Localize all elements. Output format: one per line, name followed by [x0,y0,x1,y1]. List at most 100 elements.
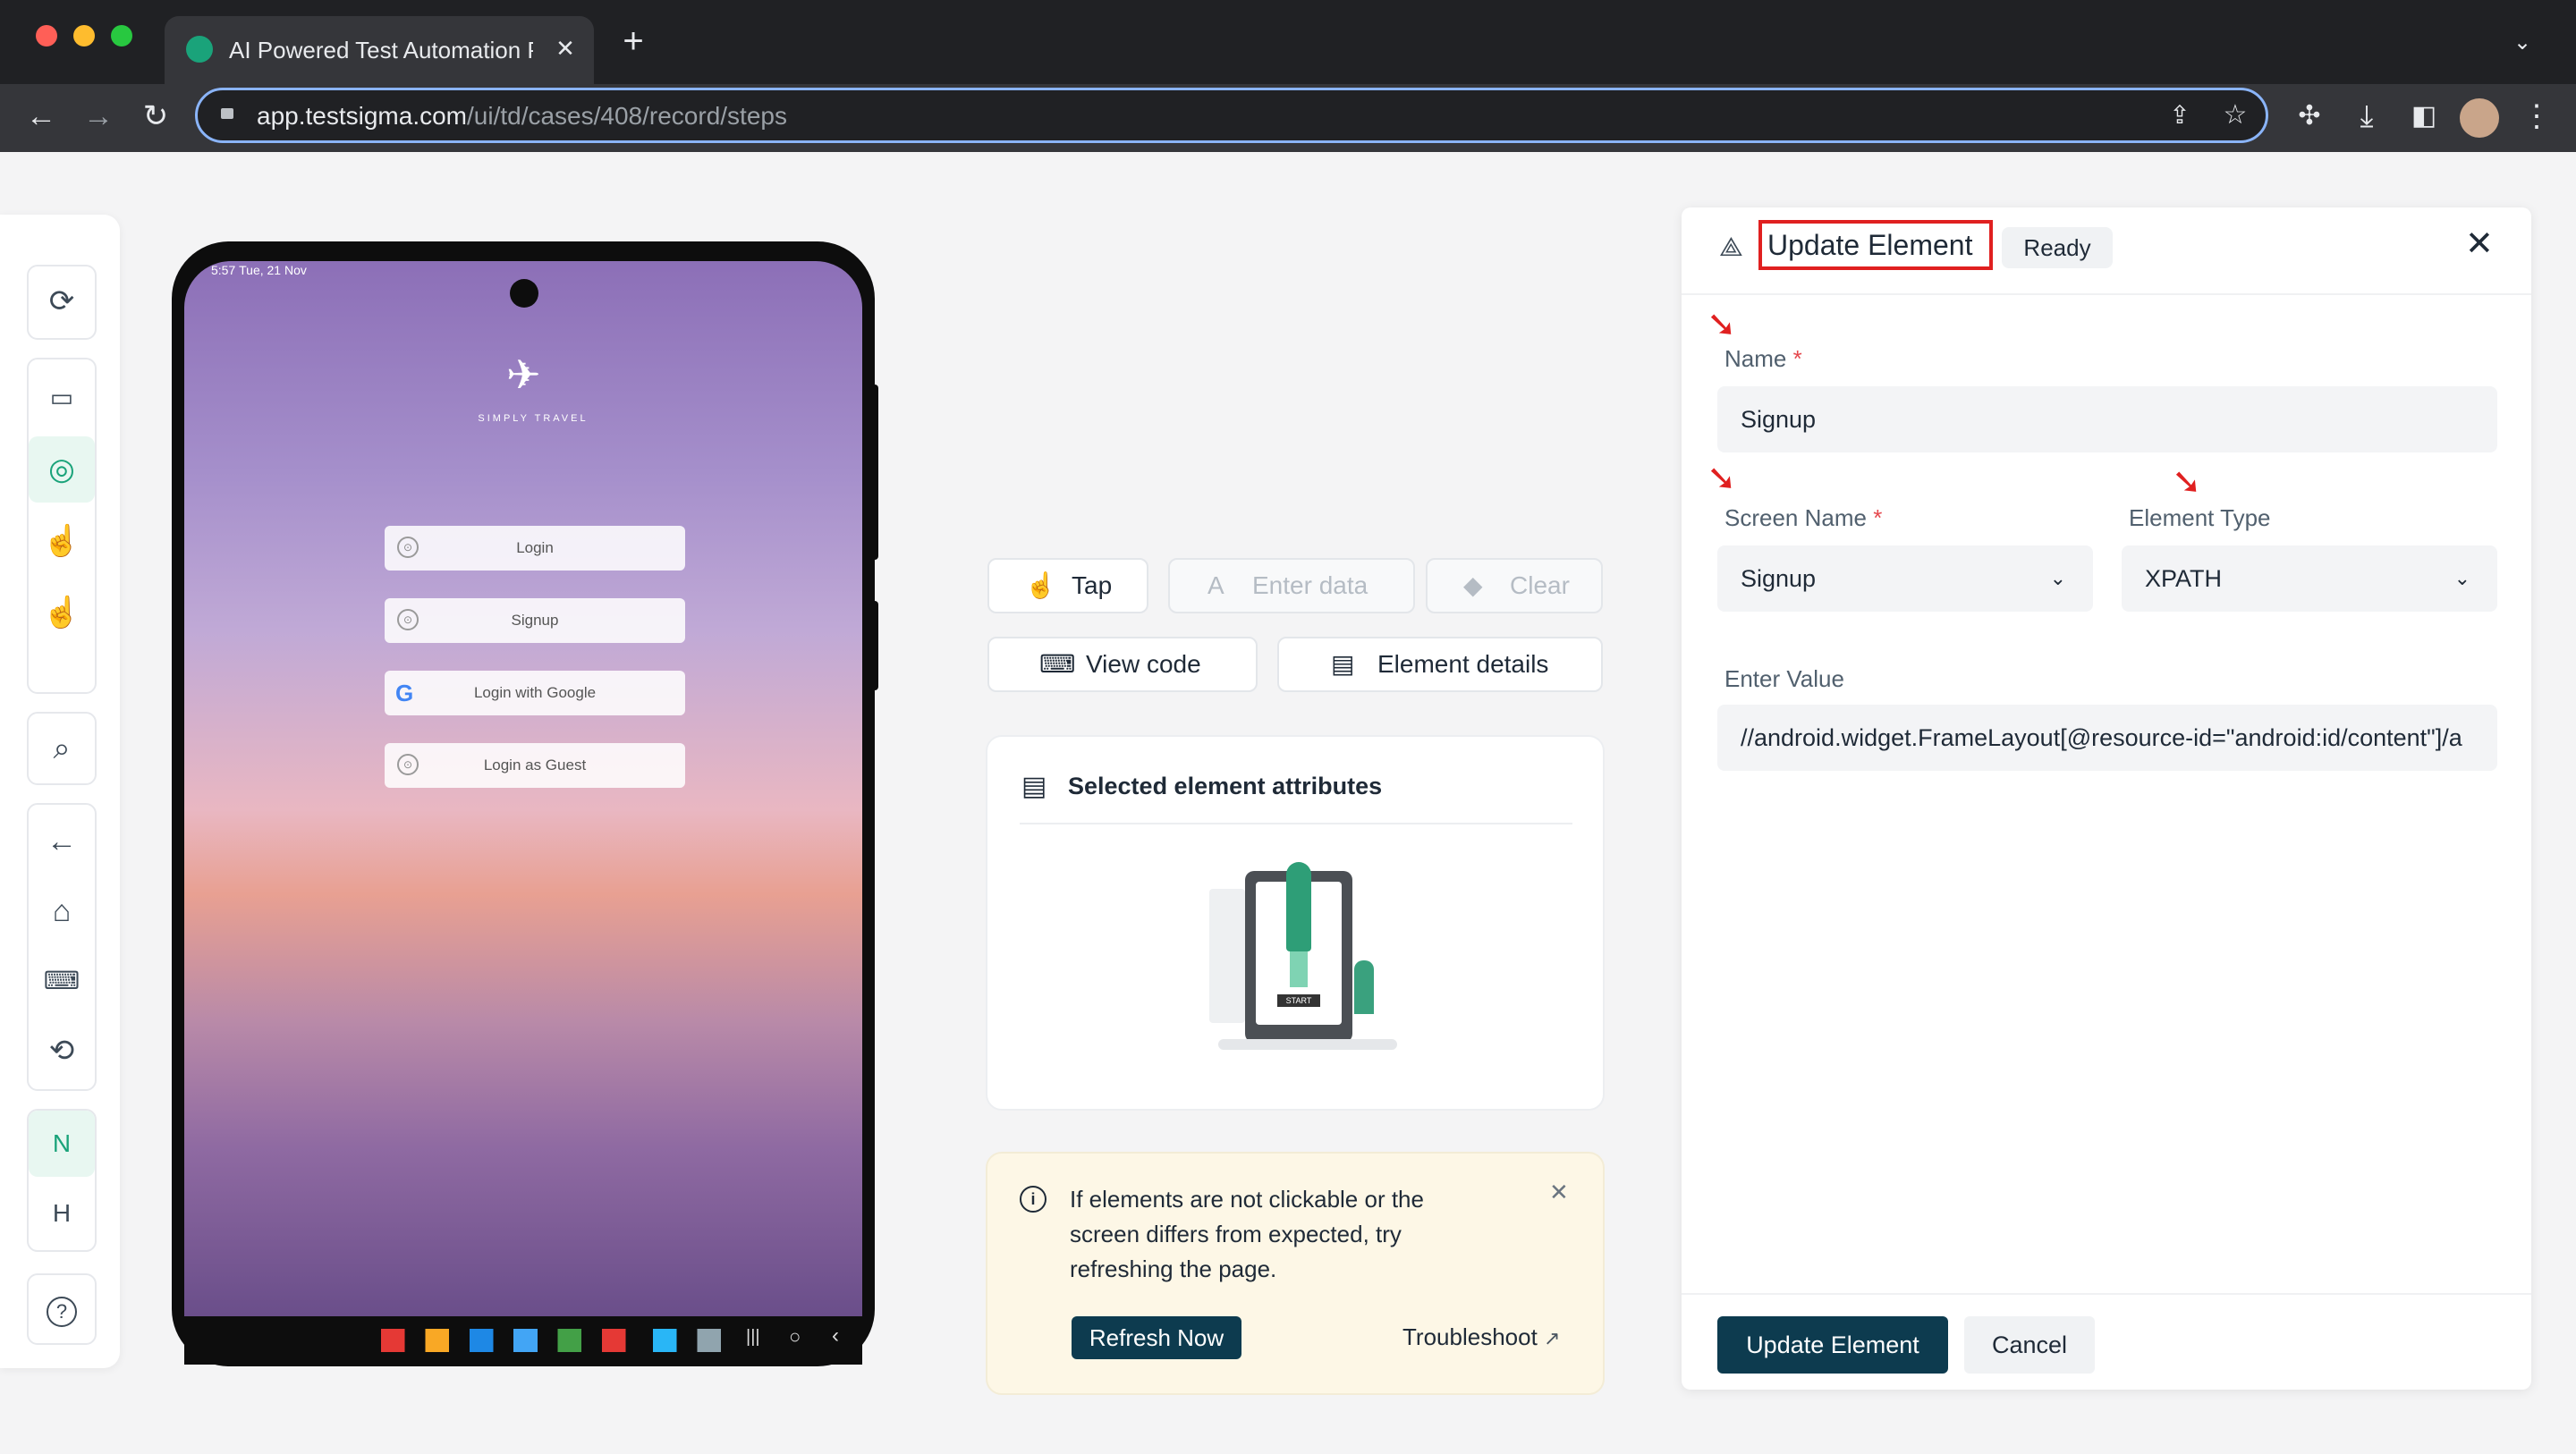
refresh-now-button[interactable]: Refresh Now [1072,1316,1241,1359]
phone-side-button [869,601,878,690]
device-mirror: 5:57 Tue, 21 Nov ✈ SIMPLY TRAVEL ⊙ Login… [172,241,878,1366]
external-link-icon: ↗ [1544,1327,1561,1349]
gesture-icon[interactable]: ☝ [29,508,95,574]
side-panel-icon[interactable]: ◧ [2404,98,2444,134]
close-panel-icon[interactable]: ✕ [2465,224,2494,264]
device-icon[interactable]: ▭ [29,365,95,431]
update-element-button[interactable]: Update Element [1717,1316,1948,1374]
rotate-icon[interactable]: ⟲ [29,1018,95,1084]
tap-gesture-icon: ☝ [1025,571,1056,599]
cancel-button[interactable]: Cancel [1964,1316,2095,1374]
rocket-illustration: START [1209,862,1397,1059]
enter-value-field[interactable]: //android.widget.FrameLayout[@resource-i… [1717,705,2497,771]
browser-tab[interactable]: AI Powered Test Automation P ✕ [165,16,594,84]
lock-icon: ⊙ [397,537,419,558]
update-element-panel: ⟁ Update Element Ready ✕ ➘ ➘ ➘ Name * Si… [1682,207,2531,1390]
troubleshoot-link[interactable]: Troubleshoot ↗ [1402,1323,1560,1351]
bookmark-star-icon[interactable]: ☆ [2217,97,2253,133]
info-icon: i [1020,1186,1046,1213]
annotation-arrow-icon: ➘ [1707,305,1737,344]
status-bar: 5:57 Tue, 21 Nov [211,263,307,277]
name-label: Name * [1724,345,1802,372]
sidebar-group-refresh: ⟳ [27,265,97,340]
new-tab-button[interactable]: + [614,23,653,59]
enter-value-label: Enter Value [1724,665,1844,692]
minimize-window-button[interactable] [73,25,95,46]
start-label: START [1277,994,1320,1007]
annotation-arrow-icon: ➘ [1707,459,1737,498]
help-icon[interactable]: ? [29,1275,95,1341]
n-button[interactable]: N [29,1111,95,1177]
screen-name-select[interactable]: Signup ⌄ [1717,545,2093,612]
view-code-button[interactable]: ⌨ View code [987,637,1258,692]
sidebar-group-tools: ▭ ◎ ☝ ☝ [27,358,97,694]
search-icon[interactable]: ⌕ [29,715,95,782]
page-body: ⟳ ▭ ◎ ☝ ☝ ⌕ ← ⌂ ⌨ ⟲ N H ? 5:57 Tue, 21 N… [0,152,2576,1454]
element-shapes-icon: ⟁ [1719,232,1743,262]
login-button[interactable]: ⊙ Login [385,526,685,571]
recents-nav-icon[interactable]: ||| [746,1327,760,1348]
tab-close-icon[interactable]: ✕ [547,30,583,66]
share-icon[interactable]: ⇪ [2162,97,2198,133]
element-details-button[interactable]: ▤ Element details [1277,637,1603,692]
panel-header-divider [1682,293,2531,295]
element-type-select[interactable]: XPATH ⌄ [2122,545,2497,612]
chevron-down-icon: ⌄ [2453,567,2470,589]
record-icon[interactable]: ◎ [29,436,95,503]
lock-icon: ⊙ [397,754,419,775]
browser-toolbar: ← → ↻ app.testsigma.com/ui/td/cases/408/… [0,84,2576,152]
signup-button[interactable]: ⊙ Signup [385,598,685,643]
type-icon: A [1208,571,1224,599]
attributes-title: Selected element attributes [1068,773,1383,799]
lock-icon: ⊙ [397,609,419,630]
sidebar-group-search: ⌕ [27,712,97,785]
sidebar-group-help: ? [27,1273,97,1345]
keyboard-icon[interactable]: ⌨ [29,948,95,1014]
back-nav-icon[interactable]: ‹ [832,1323,839,1348]
extensions-icon[interactable]: ✣ [2290,98,2329,134]
panel-footer-divider [1682,1293,2531,1295]
close-window-button[interactable] [36,25,57,46]
refresh-notice: i If elements are not clickable or the s… [986,1152,1605,1395]
browser-titlebar: AI Powered Test Automation P ✕ + ⌄ [0,0,2576,84]
google-icon: G [395,680,414,706]
lock-icon [221,108,233,119]
home-icon[interactable]: ⌂ [29,878,95,944]
back-arrow-icon[interactable]: ← [21,98,61,134]
tap-gesture-icon[interactable]: ☝ [29,579,95,646]
clear-button[interactable]: ◆ Clear [1426,558,1603,613]
forward-arrow-icon[interactable]: → [79,98,118,134]
address-bar[interactable]: app.testsigma.com/ui/td/cases/408/record… [195,88,2268,143]
card-divider [1020,823,1572,824]
name-field[interactable]: Signup [1717,386,2497,452]
attributes-card: ▤ Selected element attributes START [986,735,1605,1111]
element-type-label: Element Type [2129,504,2271,531]
chevron-down-icon: ⌄ [2049,567,2066,589]
chrome-menu-icon[interactable]: ⋮ [2519,98,2555,134]
screen-name-label: Screen Name * [1724,504,1883,531]
tap-button[interactable]: ☝ Tap [987,558,1148,613]
home-nav-icon[interactable]: ○ [789,1325,801,1348]
refresh-icon[interactable]: ⟳ [29,268,95,334]
tool-sidebar: ⟳ ▭ ◎ ☝ ☝ ⌕ ← ⌂ ⌨ ⟲ N H ? [0,215,120,1368]
enter-data-button[interactable]: A Enter data [1168,558,1415,613]
login-with-google-button[interactable]: G Login with Google [385,671,685,715]
h-button[interactable]: H [29,1180,95,1247]
panel-title: Update Element [1767,229,1973,261]
sidebar-group-device-controls: ← ⌂ ⌨ ⟲ [27,803,97,1091]
tab-list-chevron-icon[interactable]: ⌄ [2504,25,2540,61]
app-logo-text: SIMPLY TRAVEL [478,413,589,424]
tab-title: AI Powered Test Automation P [229,37,533,63]
url-text[interactable]: app.testsigma.com/ui/td/cases/408/record… [257,101,787,131]
reload-icon[interactable]: ↻ [136,98,175,134]
device-navbar: ||| ○ ‹ [184,1316,862,1365]
maximize-window-button[interactable] [111,25,132,46]
app-dock-icons [381,1329,721,1352]
device-screen[interactable]: 5:57 Tue, 21 Nov ✈ SIMPLY TRAVEL ⊙ Login… [184,261,862,1316]
airplane-logo-icon: ✈ [506,351,541,398]
back-icon[interactable]: ← [29,808,95,875]
notice-close-icon[interactable]: ✕ [1549,1179,1569,1206]
download-icon[interactable]: ⤓ [2347,98,2386,134]
login-as-guest-button[interactable]: ⊙ Login as Guest [385,743,685,788]
profile-avatar[interactable] [2460,98,2499,138]
